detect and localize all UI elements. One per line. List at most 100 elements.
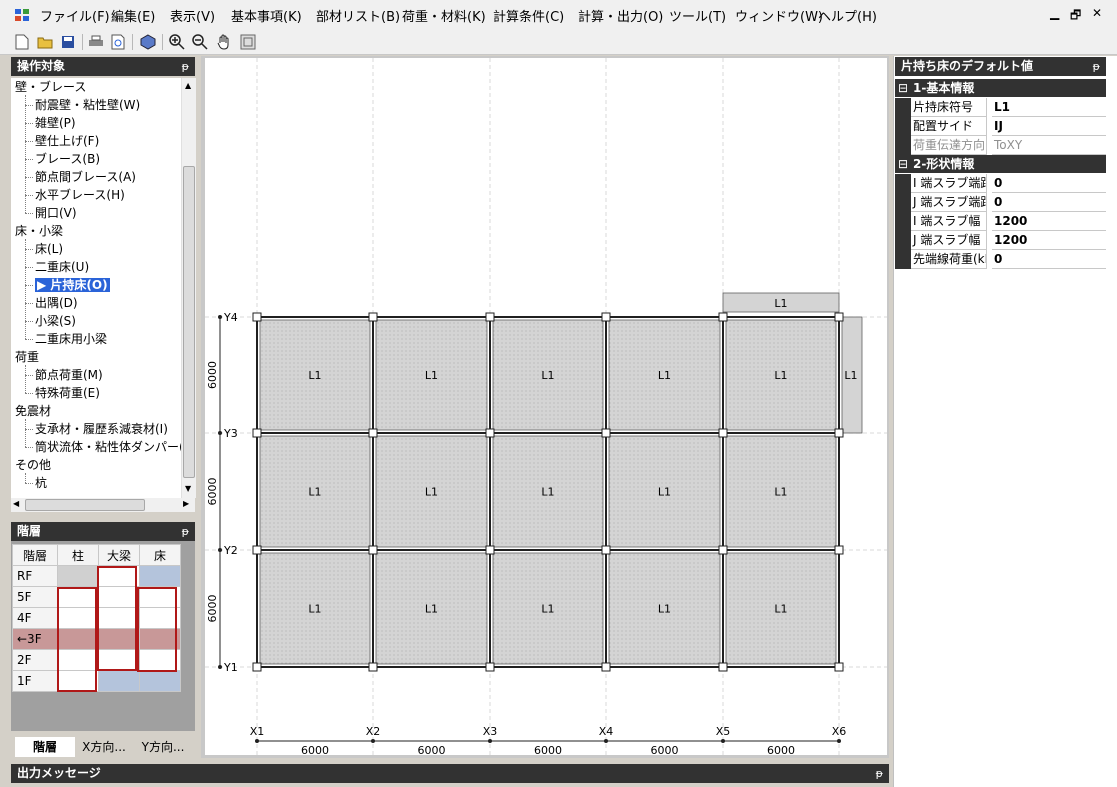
property-row[interactable]: 先端線荷重(kN/m) 0 [895,250,1106,269]
property-value[interactable]: ToXY [992,136,1106,155]
tree-item[interactable]: 二重床用小梁 [35,331,107,347]
node[interactable] [601,545,611,555]
floor-cell[interactable] [57,607,99,629]
node[interactable] [252,545,262,555]
node[interactable] [485,428,495,438]
property-value[interactable]: 1200 [992,212,1106,231]
property-row[interactable]: 片持床符号 L1 [895,98,1106,117]
floor-row[interactable]: 5F [12,586,181,608]
floor-plan-drawing[interactable]: L1 L1 L1 L1 L1 L1 L1 L1 L1 L1 L1 L1 L1 L1 L1 L1 L1 X1 X2 X3… [205,58,887,757]
node[interactable] [485,312,495,322]
scroll-down-icon[interactable]: ▼ [185,484,191,493]
open-folder-icon[interactable] [35,32,55,52]
tree-category[interactable]: 荷重 [15,349,39,365]
node[interactable] [601,312,611,322]
tree-item[interactable]: 雑壁(P) [35,115,76,131]
floor-cell[interactable] [98,565,140,587]
menu-item-7[interactable]: 計算・出力(O) [578,6,663,25]
tree-category[interactable]: 壁・ブレース [15,79,86,95]
floor-row-label[interactable]: 5F [12,586,58,608]
node[interactable] [368,545,378,555]
scroll-left-icon[interactable]: ◀ [13,499,19,508]
zoom-in-icon[interactable] [167,32,187,52]
pin-icon[interactable]: ᵽ [876,764,883,783]
pin-icon[interactable]: ᵽ [182,57,189,76]
restore-button[interactable]: 🗗 [1070,6,1081,27]
tree-vertical-scrollbar[interactable]: ▲ ▼ [181,78,196,498]
node[interactable] [601,662,611,672]
floor-row[interactable]: 2F [12,649,181,671]
plan-canvas[interactable]: L1 L1 L1 L1 L1 L1 L1 L1 L1 L1 L1 L1 L1 L1 L1 L1 L1 X1 X2 X3… [205,58,887,757]
floor-cell[interactable] [98,670,140,692]
node[interactable] [368,312,378,322]
property-value[interactable]: IJ [992,117,1106,136]
menu-item-1[interactable]: 編集(E) [111,6,155,25]
property-group-shape[interactable]: ⊟ 2-形状情報 [895,155,1106,173]
floor-cell[interactable] [98,628,140,650]
floor-row-label[interactable]: RF [12,565,58,587]
property-row[interactable]: I 端スラブ幅 1200 [895,212,1106,231]
floor-cell[interactable] [139,628,181,650]
minimize-button[interactable]: ▁ [1050,6,1059,20]
floor-row-label[interactable]: 4F [12,607,58,629]
pan-hand-icon[interactable] [214,32,234,52]
tree-item[interactable]: 耐震壁・粘性壁(W) [35,97,140,113]
floor-row[interactable]: RF [12,565,181,587]
floor-cell[interactable] [98,607,140,629]
close-button[interactable]: ✕ [1092,6,1102,20]
node[interactable] [485,545,495,555]
property-value[interactable]: 0 [992,250,1106,269]
tree-item[interactable]: 筒状流体・粘性体ダンパー(R [35,439,181,455]
node[interactable] [368,428,378,438]
tree-horizontal-scrollbar[interactable]: ◀ ▶ [11,498,195,512]
pin-icon[interactable]: ᵽ [1093,57,1100,76]
node[interactable] [834,428,844,438]
node[interactable] [718,312,728,322]
floor-cell[interactable] [57,670,99,692]
floor-cell[interactable] [139,565,181,587]
property-row[interactable]: I 端スラブ端距離 0 [895,174,1106,193]
property-value[interactable]: 1200 [992,231,1106,250]
floor-cell[interactable] [139,607,181,629]
new-file-icon[interactable] [12,32,32,52]
pin-icon[interactable]: ᵽ [182,522,189,541]
tree-item[interactable]: ▶ 片持床(O) [35,277,110,293]
menu-item-0[interactable]: ファイル(F) [40,6,110,25]
floor-cell[interactable] [57,649,99,671]
tree-category[interactable]: 免震材 [15,403,51,419]
node[interactable] [601,428,611,438]
floor-cell[interactable] [98,586,140,608]
tab-2[interactable]: Y方向... [134,737,192,757]
menu-item-3[interactable]: 基本事項(K) [231,6,302,25]
tree-scroll-thumb[interactable] [183,166,195,478]
menu-item-4[interactable]: 部材リスト(B) [316,6,400,25]
tree-item[interactable]: 小梁(S) [35,313,76,329]
fit-view-icon[interactable] [238,32,258,52]
floor-cell[interactable] [57,565,99,587]
floor-row[interactable]: 1F [12,670,181,692]
collapse-icon[interactable]: ⊟ [898,155,908,173]
property-row[interactable]: 荷重伝達方向 ToXY [895,136,1106,155]
tree-item[interactable]: 壁仕上げ(F) [35,133,99,149]
floor-cell[interactable] [139,670,181,692]
tree-hscroll-thumb[interactable] [25,499,145,511]
property-value[interactable]: 0 [992,193,1106,212]
floor-cell[interactable] [139,649,181,671]
tree-item[interactable]: 二重床(U) [35,259,89,275]
property-value[interactable]: L1 [992,98,1106,117]
collapse-icon[interactable]: ⊟ [898,79,908,97]
tree-item[interactable]: 床(L) [35,241,63,257]
node[interactable] [718,662,728,672]
tree-item[interactable]: 節点荷重(M) [35,367,103,383]
node[interactable] [834,545,844,555]
node[interactable] [485,662,495,672]
tree-item[interactable]: 節点間ブレース(A) [35,169,136,185]
node[interactable] [252,312,262,322]
menu-item-5[interactable]: 荷重・材料(K) [402,6,486,25]
node[interactable] [252,428,262,438]
node[interactable] [834,312,844,322]
floor-row[interactable]: 4F [12,607,181,629]
save-icon[interactable] [58,32,78,52]
floor-row[interactable]: ←3F [12,628,181,650]
menu-item-2[interactable]: 表示(V) [170,6,215,25]
